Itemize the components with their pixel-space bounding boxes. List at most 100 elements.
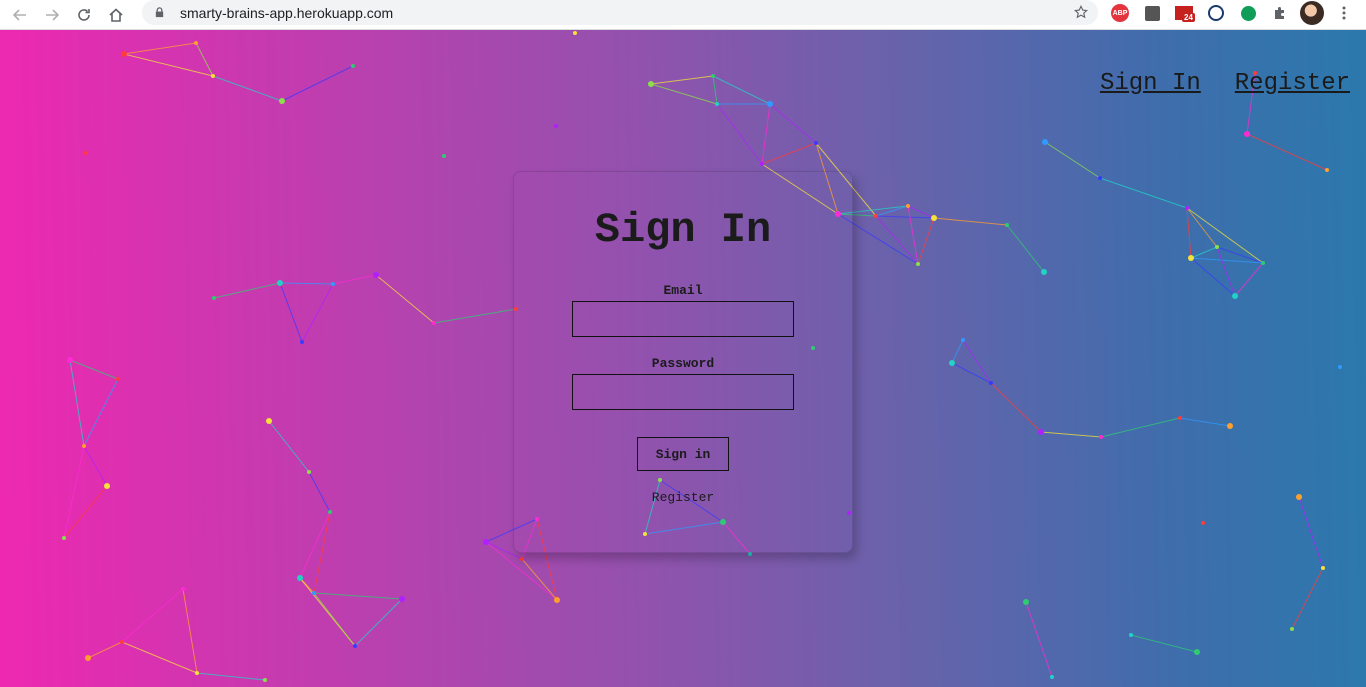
particle-link: [279, 282, 334, 285]
particle-dot: [1050, 675, 1054, 679]
password-input[interactable]: [572, 374, 794, 410]
particle-dot: [767, 101, 773, 107]
particle-dot: [121, 51, 127, 57]
chat-bubble-icon: [1240, 5, 1256, 21]
particle-link: [121, 588, 184, 643]
reload-button[interactable]: [72, 3, 96, 27]
particle-dot: [82, 444, 86, 448]
particle-dot: [181, 587, 185, 591]
particle-dot: [949, 360, 955, 366]
particle-link: [1025, 601, 1053, 678]
particle-dot: [331, 282, 335, 286]
particle-link: [962, 339, 992, 384]
particle-link: [650, 83, 718, 105]
forward-button[interactable]: [40, 3, 64, 27]
particle-link: [875, 215, 919, 265]
lock-icon: [154, 7, 166, 19]
back-button[interactable]: [8, 3, 32, 27]
particle-link: [1190, 246, 1218, 259]
particle-link: [1179, 417, 1231, 427]
particle-dot: [442, 154, 446, 158]
particle-link: [301, 283, 334, 343]
adblock-icon: ABP: [1111, 4, 1129, 22]
particle-dot: [1325, 168, 1329, 172]
top-navigation: Sign In Register: [1100, 70, 1350, 97]
particle-dot: [961, 338, 965, 342]
particle-link: [1186, 207, 1192, 259]
particle-dot: [1232, 293, 1238, 299]
particle-link: [313, 592, 403, 600]
particle-dot: [1129, 633, 1133, 637]
kebab-menu-icon: [1342, 6, 1346, 20]
particle-dot: [711, 74, 715, 78]
browser-menu-button[interactable]: [1334, 3, 1354, 23]
particle-link: [951, 362, 992, 384]
particle-dot: [931, 215, 937, 221]
mail-count-badge: 24: [1182, 13, 1195, 22]
particle-dot: [1099, 435, 1103, 439]
particle-dot: [1023, 599, 1029, 605]
particle-link: [1186, 207, 1218, 248]
particle-dot: [573, 31, 577, 35]
particle-dot: [1201, 521, 1205, 525]
target-extension[interactable]: [1206, 3, 1226, 23]
particle-dot: [1296, 494, 1302, 500]
particle-link: [1099, 177, 1188, 209]
particle-link: [1044, 141, 1101, 179]
particle-dot: [1005, 223, 1009, 227]
particle-dot: [279, 98, 285, 104]
particle-dot: [1194, 649, 1200, 655]
home-button[interactable]: [104, 3, 128, 27]
particle-dot: [85, 655, 91, 661]
particle-link: [650, 75, 714, 85]
particle-link: [123, 42, 197, 55]
bookmark-star-icon[interactable]: [1074, 5, 1088, 19]
particle-dot: [483, 539, 489, 545]
particle-link: [875, 215, 935, 219]
doc-extension[interactable]: [1142, 3, 1162, 23]
particle-dot: [84, 151, 88, 155]
particle-link: [63, 445, 85, 539]
green-extension[interactable]: [1238, 3, 1258, 23]
particle-link: [1298, 496, 1324, 569]
particle-link: [990, 382, 1042, 433]
password-label: Password: [651, 356, 715, 371]
register-link[interactable]: Register: [514, 490, 852, 505]
particle-link: [182, 588, 198, 674]
extensions-button[interactable]: [1270, 3, 1290, 23]
particle-dot: [1178, 416, 1182, 420]
particle-dot: [67, 357, 73, 363]
particle-link: [313, 592, 356, 647]
profile-avatar[interactable]: [1300, 1, 1324, 25]
mail-extension[interactable]: 24: [1174, 3, 1195, 23]
particle-dot: [328, 510, 332, 514]
particle-link: [281, 65, 354, 102]
particle-link: [279, 282, 303, 343]
particle-link: [123, 53, 214, 77]
particle-dot: [1338, 365, 1342, 369]
particle-dot: [1227, 423, 1233, 429]
particle-link: [1100, 417, 1181, 438]
adblock-extension[interactable]: ABP: [1110, 3, 1130, 23]
particle-dot: [1261, 261, 1265, 265]
particle-link: [907, 205, 935, 219]
particle-link: [213, 282, 281, 299]
particle-link: [1006, 224, 1045, 273]
particle-dot: [906, 204, 910, 208]
nav-sign-in-link[interactable]: Sign In: [1100, 70, 1201, 97]
particle-link: [87, 641, 123, 659]
particle-dot: [1188, 255, 1194, 261]
particle-link: [907, 205, 919, 265]
address-bar[interactable]: smarty-brains-app.herokuapp.com: [142, 0, 1098, 25]
particle-link: [1246, 133, 1328, 171]
particle-link: [313, 511, 331, 594]
particle-dot: [1185, 206, 1189, 210]
particle-dot: [263, 678, 267, 682]
nav-register-link[interactable]: Register: [1235, 70, 1350, 97]
particle-dot: [116, 377, 120, 381]
particle-dot: [212, 296, 216, 300]
particle-dot: [297, 575, 303, 581]
sign-in-button[interactable]: Sign in: [637, 437, 729, 471]
email-input[interactable]: [572, 301, 794, 337]
particle-link: [761, 103, 771, 165]
